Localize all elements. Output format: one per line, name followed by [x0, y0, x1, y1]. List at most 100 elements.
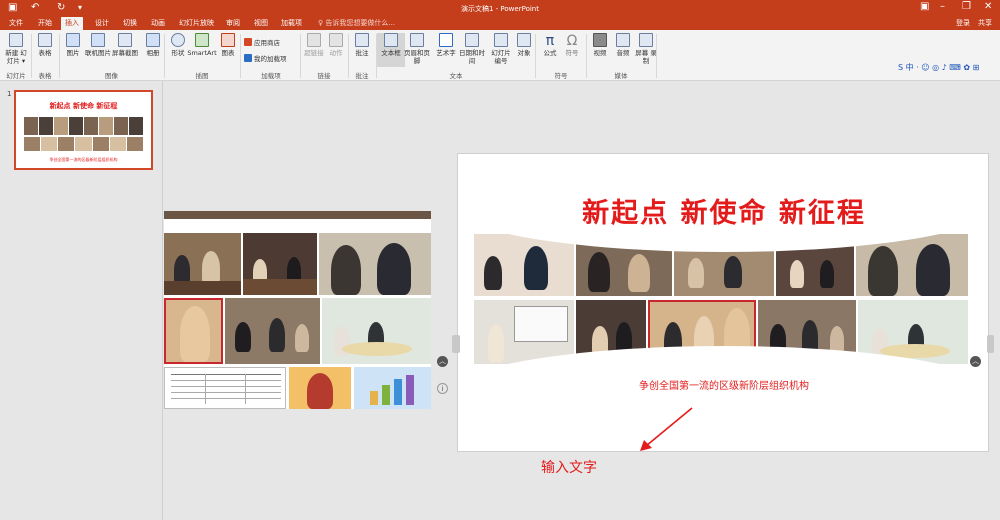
tab-home[interactable]: 开始 — [34, 17, 56, 30]
close-icon[interactable]: ✕ — [984, 1, 992, 12]
maximize-icon[interactable]: ❐ — [962, 1, 971, 12]
photo-document-table — [164, 367, 286, 409]
tab-file[interactable]: 文件 — [5, 17, 27, 30]
group-label-slides: 幻灯片 — [6, 72, 26, 80]
new-slide-label: 新建 幻灯片 ▾ — [5, 49, 27, 65]
thumbnail-subtitle: 争创全国第一流的区级新阶层组织机构 — [49, 157, 118, 162]
group-label-media: 媒体 — [614, 72, 628, 80]
symbol-label: 符号 — [565, 49, 579, 57]
chart-button[interactable]: 图表 — [216, 33, 240, 57]
tab-addins[interactable]: 加载项 — [277, 17, 306, 30]
sign-in-link[interactable]: 登录 — [956, 17, 970, 30]
photo-meeting — [164, 233, 241, 295]
tab-insert[interactable]: 插入 — [61, 17, 83, 30]
screenshot-button[interactable]: 屏幕截图 — [110, 33, 140, 57]
object-button[interactable]: 对象 — [510, 33, 538, 57]
store-label: 应用商店 — [254, 39, 280, 47]
wordart-label: 艺术字 — [436, 49, 456, 57]
photo-album-button[interactable]: 相册 — [139, 33, 167, 57]
video-icon — [593, 33, 607, 47]
wordart-icon — [439, 33, 453, 47]
scroll-up-icon[interactable]: ︿ — [970, 356, 981, 367]
symbol-button[interactable]: Ω 符号 — [558, 33, 586, 57]
online-pictures-label: 联机图片 — [85, 49, 111, 57]
screenshot-icon — [118, 33, 132, 47]
tab-view[interactable]: 视图 — [250, 17, 272, 30]
group-label-links: 链接 — [317, 72, 331, 80]
group-label-text: 文本 — [449, 72, 463, 80]
picture-icon — [66, 33, 80, 47]
photo-album-label: 相册 — [146, 49, 160, 57]
screen-recording-label: 屏幕 录制 — [635, 49, 657, 65]
table-button[interactable]: 表格 — [31, 33, 59, 57]
store-button[interactable]: 应用商店 — [244, 38, 280, 47]
powerpoint-window: ▣ ↶ ↻ ▾ 演示文稿1 - PowerPoint ▣ – ❐ ✕ 文件 开始… — [0, 0, 1000, 520]
tab-animations[interactable]: 动画 — [147, 17, 169, 30]
screen-recording-icon — [639, 33, 653, 47]
pictures-label: 图片 — [66, 49, 80, 57]
slide-subtitle[interactable]: 争创全国第一流的区级新阶层组织机构 — [458, 377, 988, 392]
tab-design[interactable]: 设计 — [91, 17, 113, 30]
video-label: 视频 — [593, 49, 607, 57]
action-button[interactable]: 动作 — [322, 33, 350, 57]
photo-conference — [243, 233, 317, 295]
tab-transitions[interactable]: 切换 — [119, 17, 141, 30]
slide-photo — [474, 234, 574, 296]
title-bar: ▣ ↶ ↻ ▾ 演示文稿1 - PowerPoint ▣ – ❐ ✕ — [0, 0, 1000, 17]
new-slide-icon — [9, 33, 23, 47]
my-addins-label: 我的加载项 — [254, 55, 287, 63]
minimize-icon[interactable]: – — [940, 1, 945, 12]
ribbon-display-options-icon[interactable]: ▣ — [920, 1, 929, 12]
my-addins-icon — [244, 54, 252, 62]
vertical-scrollbar-thumb[interactable] — [987, 335, 994, 353]
scroll-up-icon[interactable]: ︿ — [437, 356, 448, 367]
chart-icon — [221, 33, 235, 47]
online-picture-icon — [91, 33, 105, 47]
tab-review[interactable]: 审阅 — [222, 17, 244, 30]
tab-slideshow[interactable]: 幻灯片放映 — [175, 17, 218, 30]
photo-chart-graphic — [354, 367, 431, 409]
slide-number: 1 — [7, 90, 12, 98]
tell-me-search[interactable]: ♀ 告诉我您想要做什么... — [318, 17, 395, 30]
slide-number-label: 幻灯片 编号 — [491, 49, 511, 65]
action-label: 动作 — [329, 49, 343, 57]
shapes-label: 形状 — [171, 49, 185, 57]
table-icon — [38, 33, 52, 47]
object-label: 对象 — [517, 49, 531, 57]
my-addins-button[interactable]: 我的加载项 — [244, 54, 287, 63]
slide-number-icon — [494, 33, 508, 47]
header-footer-label: 页眉和页脚 — [404, 49, 430, 65]
online-pictures-button[interactable]: 联机图片 — [84, 33, 112, 57]
store-icon — [244, 38, 252, 46]
date-time-button[interactable]: 日期和时间 — [457, 33, 487, 65]
ribbon-tabs: 文件 开始 插入 设计 切换 动画 幻灯片放映 审阅 视图 加载项 ♀ 告诉我您… — [0, 17, 1000, 30]
photo — [164, 211, 431, 219]
vertical-scrollbar-thumb[interactable] — [452, 335, 460, 353]
slide-thumbnail[interactable]: 新起点 新使命 新征程 争创全国第一流的区级新阶层组织机构 — [14, 90, 153, 170]
thumbnail-title: 新起点 新使命 新征程 — [49, 101, 118, 110]
photo-office — [322, 298, 431, 364]
new-slide-button[interactable]: 新建 幻灯片 ▾ — [2, 33, 30, 65]
photo-album-icon — [146, 33, 160, 47]
window-title: 演示文稿1 - PowerPoint — [461, 5, 539, 13]
calendar-icon — [465, 33, 479, 47]
smartart-button[interactable]: SmartArt — [186, 33, 218, 57]
group-label-addins: 加载项 — [261, 72, 281, 80]
photo-collage-image[interactable] — [164, 211, 431, 409]
ribbon-insert: S 中 · ☺ ◎ ♪ ⌨ ✿ ⊞ 新建 幻灯片 ▾ 幻灯片 表格 表格 图片 … — [0, 30, 1000, 81]
chart-label: 图表 — [221, 49, 235, 57]
comment-button[interactable]: 批注 — [348, 33, 376, 57]
share-button[interactable]: 共享 — [978, 17, 992, 30]
textbox-label: 文本框 — [381, 49, 401, 57]
pictures-button[interactable]: 图片 — [59, 33, 87, 57]
photo-businessman — [319, 233, 431, 295]
scroll-info-icon[interactable]: i — [437, 383, 448, 394]
ime-toolbar[interactable]: S 中 · ☺ ◎ ♪ ⌨ ✿ ⊞ — [898, 62, 998, 74]
slide-canvas[interactable]: 新起点 新使命 新征程 争创全国第一流的区级新阶层组织机构 — [457, 153, 989, 452]
omega-icon: Ω — [566, 33, 578, 49]
header-footer-button[interactable]: 页眉和页脚 — [401, 33, 433, 65]
bottom-oval-shape[interactable] — [458, 346, 988, 442]
wordart-button[interactable]: 艺术字 — [432, 33, 460, 57]
screenshot-label: 屏幕截图 — [112, 49, 138, 57]
slide-title[interactable]: 新起点 新使命 新征程 — [458, 191, 988, 230]
